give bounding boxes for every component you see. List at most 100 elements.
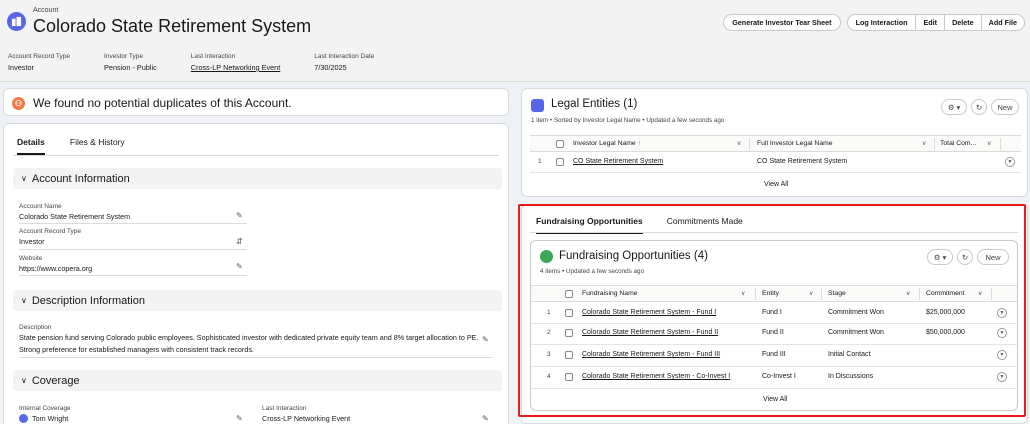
- select-all-checkbox[interactable]: [565, 290, 573, 298]
- chevron-down-icon[interactable]: ∨: [741, 290, 745, 297]
- legal-entities-subtitle: 1 item • Sorted by Investor Legal Name •…: [531, 117, 725, 124]
- row-actions-icon[interactable]: ▼: [1005, 157, 1015, 167]
- column-divider: [821, 288, 822, 300]
- field-value: Tom Wright: [19, 414, 71, 423]
- highlight-field: Last Interaction Cross-LP Networking Eve…: [191, 53, 281, 72]
- field-label: Website: [19, 255, 43, 262]
- edit-pencil-icon[interactable]: ✎: [236, 211, 243, 220]
- row-checkbox[interactable]: [556, 158, 564, 166]
- column-header[interactable]: Entity: [762, 290, 779, 297]
- fundraising-name-link[interactable]: Colorado State Retirement System - Fund …: [582, 329, 718, 336]
- legal-entity-icon: [531, 99, 544, 112]
- edit-pencil-icon[interactable]: ✎: [236, 262, 243, 271]
- column-divider: [919, 288, 920, 300]
- internal-coverage-value[interactable]: Tom Wright: [32, 414, 68, 423]
- account-icon: [7, 12, 26, 31]
- delete-button[interactable]: Delete: [944, 14, 981, 31]
- row-actions-icon[interactable]: ▼: [997, 350, 1007, 360]
- row-checkbox[interactable]: [565, 351, 573, 359]
- column-header[interactable]: Stage: [828, 290, 846, 297]
- refresh-icon[interactable]: ↻: [957, 249, 973, 265]
- column-header[interactable]: Commitment: [926, 290, 965, 297]
- stage-cell: Commitment Won: [828, 329, 884, 336]
- fundraising-list-card: ⚙ ▾ ↻ New Fundraising Name ∨ Entity ∨ St…: [530, 240, 1018, 411]
- row-number: 1: [547, 309, 551, 316]
- entity-cell: Fund III: [762, 351, 786, 358]
- field-label: Account Name: [19, 203, 62, 210]
- change-record-type-icon[interactable]: ⇵: [236, 237, 243, 246]
- tab-divider: [530, 232, 1018, 233]
- legal-entities-title[interactable]: Legal Entities (1): [551, 98, 637, 110]
- row-checkbox[interactable]: [565, 309, 573, 317]
- edit-pencil-icon[interactable]: ✎: [482, 335, 489, 344]
- field-value: Pension - Public: [104, 63, 157, 72]
- last-interaction-link[interactable]: Cross-LP Networking Event: [191, 63, 281, 72]
- section-account-information[interactable]: ∨ Account Information: [13, 168, 502, 189]
- tab-details[interactable]: Details: [17, 137, 45, 155]
- fundraising-title[interactable]: Fundraising Opportunities (4): [559, 250, 708, 262]
- chevron-down-icon[interactable]: ∨: [987, 140, 991, 147]
- view-all-link[interactable]: View All: [763, 396, 787, 403]
- row-number: 1: [538, 158, 542, 165]
- chevron-down-icon[interactable]: ∨: [809, 290, 813, 297]
- refresh-icon[interactable]: ↻: [971, 99, 987, 115]
- edit-button[interactable]: Edit: [915, 14, 945, 31]
- internal-coverage-field: Internal Coverage Tom Wright: [19, 405, 71, 423]
- action-bar: Generate Investor Tear Sheet Log Interac…: [723, 14, 1025, 31]
- log-interaction-button[interactable]: Log Interaction: [846, 14, 916, 31]
- field-label: Internal Coverage: [19, 405, 71, 412]
- entity-cell: Co-Invest I: [762, 373, 796, 380]
- duplicate-banner: ⚇ We found no potential duplicates of th…: [3, 88, 509, 116]
- field-underline: [19, 223, 247, 224]
- table-header: Fundraising Name ∨ Entity ∨ Stage ∨ Comm…: [531, 285, 1017, 302]
- chevron-down-icon[interactable]: ∨: [906, 290, 910, 297]
- new-button[interactable]: New: [991, 99, 1019, 115]
- chevron-down-icon[interactable]: ∨: [922, 140, 926, 147]
- detail-tabs: Details Files & History: [17, 137, 150, 155]
- record-header: Account Colorado State Retirement System…: [0, 0, 1030, 82]
- chevron-down-icon[interactable]: ∨: [978, 290, 982, 297]
- chevron-down-icon[interactable]: ∨: [737, 140, 741, 147]
- row-checkbox[interactable]: [565, 373, 573, 381]
- entity-cell: Fund II: [762, 329, 784, 336]
- highlight-fields: Account Record Type Investor Investor Ty…: [8, 53, 408, 72]
- row-number: 4: [547, 373, 551, 380]
- select-all-checkbox[interactable]: [556, 140, 564, 148]
- field-value[interactable]: Cross-LP Networking Event: [262, 414, 350, 423]
- settings-gear-icon[interactable]: ⚙ ▾: [941, 99, 967, 115]
- legal-entity-link[interactable]: CO State Retirement System: [573, 158, 663, 165]
- row-actions-icon[interactable]: ▼: [997, 372, 1007, 382]
- column-header[interactable]: Total Com...: [940, 140, 976, 147]
- tab-files-history[interactable]: Files & History: [70, 137, 125, 155]
- field-label: Account Record Type: [8, 53, 71, 60]
- full-legal-name: CO State Retirement System: [757, 158, 848, 165]
- details-card: Details Files & History ∨ Account Inform…: [3, 123, 509, 424]
- field-value: Investor: [8, 63, 34, 72]
- fundraising-subtitle: 4 items • Updated a few seconds ago: [540, 268, 645, 275]
- section-description-information[interactable]: ∨ Description Information: [13, 290, 502, 311]
- edit-pencil-icon[interactable]: ✎: [482, 414, 489, 423]
- add-file-button[interactable]: Add File: [980, 14, 1025, 31]
- fundraising-name-link[interactable]: Colorado State Retirement System - Fund …: [582, 351, 720, 358]
- description-line: State pension fund serving Colorado publ…: [19, 333, 479, 342]
- section-title: Description Information: [31, 294, 145, 307]
- view-all-link[interactable]: View All: [764, 181, 788, 188]
- row-actions-icon[interactable]: ▼: [997, 308, 1007, 318]
- fundraising-name-link[interactable]: Colorado State Retirement System - Fund …: [582, 309, 716, 316]
- column-header[interactable]: Investor Legal Name ↑: [573, 140, 641, 147]
- section-coverage[interactable]: ∨ Coverage: [13, 370, 502, 391]
- column-header[interactable]: Fundraising Name: [582, 290, 638, 297]
- list-controls: ⚙ ▾ ↻ New: [923, 249, 1009, 265]
- website-field: Website https://www.copera.org: [19, 255, 92, 273]
- highlight-field: Last Interaction Date 7/30/2025: [314, 53, 374, 72]
- settings-gear-icon[interactable]: ⚙ ▾: [927, 249, 953, 265]
- new-button[interactable]: New: [977, 249, 1009, 265]
- edit-pencil-icon[interactable]: ✎: [236, 414, 243, 423]
- row-actions-icon[interactable]: ▼: [997, 328, 1007, 338]
- row-checkbox[interactable]: [565, 329, 573, 337]
- coverage-last-interaction-field: Last Interaction Cross-LP Networking Eve…: [262, 405, 350, 423]
- table-header: Investor Legal Name ↑ ∨ Full Investor Le…: [530, 135, 1021, 152]
- column-header[interactable]: Full Investor Legal Name: [757, 140, 833, 147]
- generate-tear-sheet-button[interactable]: Generate Investor Tear Sheet: [723, 14, 841, 31]
- fundraising-name-link[interactable]: Colorado State Retirement System - Co-In…: [582, 373, 730, 380]
